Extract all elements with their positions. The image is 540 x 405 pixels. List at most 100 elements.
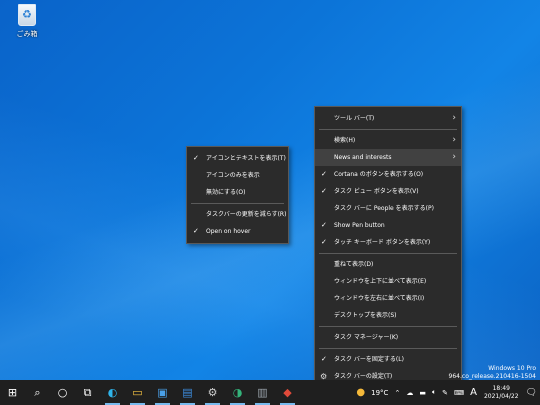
checkmark-icon: ✓ — [321, 355, 327, 363]
file-explorer-icon: ▭ — [132, 386, 143, 399]
taskbar-context-menu: ツール バー(T) › 検索(H) › News and interests › ✓ Cort… — [314, 106, 462, 389]
cortana-icon: ○ — [57, 386, 68, 399]
submenu-item[interactable]: ✓ Open on hover — [187, 223, 288, 240]
taskbar-button[interactable]: ⧉ — [75, 380, 100, 405]
context-menu-item[interactable]: タスク マネージャー(K) — [315, 329, 461, 346]
edge-dev-icon: ◑ — [232, 386, 243, 399]
store-icon: ▣ — [157, 386, 168, 399]
context-menu-item-label: タスク バーを固定する(L) — [334, 356, 404, 363]
volume-icon[interactable]: 🔈︎ — [432, 388, 436, 397]
context-menu-item[interactable]: ✓ タスク ビュー ボタンを表示(V) — [315, 183, 461, 200]
taskbar-button[interactable]: ◑ — [225, 380, 250, 405]
context-menu-item[interactable]: ✓ Cortana のボタンを表示する(O) — [315, 166, 461, 183]
context-menu-item-label: ウィンドウを左右に並べて表示(I) — [334, 295, 425, 302]
onedrive-icon[interactable]: ☁ — [406, 389, 413, 397]
recycle-bin-icon — [18, 4, 36, 26]
checkmark-icon: ✓ — [321, 170, 327, 178]
recycle-bin-label: ごみ箱 — [16, 30, 38, 38]
submenu-item-label: 無効にする(O) — [206, 189, 246, 196]
context-menu-item-label: タスク ビュー ボタンを表示(V) — [334, 188, 419, 195]
context-menu-item[interactable]: デスクトップを表示(S) — [315, 307, 461, 324]
tray-chevron-icon[interactable]: ⌃ — [394, 389, 400, 397]
keyboard-icon[interactable]: ⌨ — [454, 389, 464, 397]
context-menu-item-label: タッチ キーボード ボタンを表示(Y) — [334, 239, 431, 246]
chevron-right-icon: › — [452, 135, 456, 145]
context-menu-item[interactable]: ✓ タッチ キーボード ボタンを表示(Y) — [315, 234, 461, 251]
context-menu-item-label: ツール バー(T) — [334, 115, 375, 122]
app-icon-red: ◆ — [283, 386, 292, 399]
taskbar-button[interactable]: ○ — [50, 380, 75, 405]
taskbar: ⊞ ⌕ ○ ⧉ ◐ ▭ ▣ ▤ ⚙ ◑ ▥ ◆ ● 19°C ⌃ ☁ ▬ 🔈︎ ✎ ⌨ A 18:49… — [0, 380, 540, 405]
context-menu-item[interactable]: ツール バー(T) › — [315, 110, 461, 127]
context-menu-item-label: 重ねて表示(D) — [334, 261, 374, 268]
context-menu-item[interactable]: ✓ Show Pen button — [315, 217, 461, 234]
watermark-edition: Windows 10 Pro — [488, 365, 536, 372]
submenu-item[interactable]: タスクバーの更新を減らす(R) — [187, 206, 288, 223]
submenu-item-label: アイコンとテキストを表示(T) — [206, 155, 286, 162]
network-icon[interactable]: ▬ — [419, 389, 426, 397]
submenu-item-label: タスクバーの更新を減らす(R) — [206, 211, 287, 218]
context-menu-item-label: Show Pen button — [334, 222, 385, 229]
chevron-right-icon: › — [452, 152, 456, 162]
taskbar-button[interactable]: ⚙ — [200, 380, 225, 405]
recycle-bin[interactable]: ごみ箱 — [10, 4, 44, 39]
app-icon-gray: ▥ — [257, 386, 268, 399]
clock[interactable]: 18:49 2021/04/22 — [484, 385, 519, 401]
submenu-item[interactable]: ✓ アイコンとテキストを表示(T) — [187, 150, 288, 167]
submenu-item[interactable]: 無効にする(O) — [187, 184, 288, 201]
checkmark-icon: ✓ — [193, 227, 199, 235]
taskbar-app-icons: ⊞ ⌕ ○ ⧉ ◐ ▭ ▣ ▤ ⚙ ◑ ▥ ◆ — [0, 380, 300, 405]
context-menu-item[interactable]: ウィンドウを上下に並べて表示(E) — [315, 273, 461, 290]
ime-indicator[interactable]: A — [470, 387, 477, 398]
task-view-icon: ⧉ — [83, 385, 92, 399]
context-menu-item-label: ウィンドウを上下に並べて表示(E) — [334, 278, 427, 285]
taskbar-button[interactable]: ▭ — [125, 380, 150, 405]
chevron-right-icon: › — [452, 113, 456, 123]
menu-separator — [319, 253, 457, 254]
taskbar-button[interactable]: ▣ — [150, 380, 175, 405]
taskbar-button[interactable]: ⌕ — [25, 380, 50, 405]
taskbar-button[interactable]: ⊞ — [0, 380, 25, 405]
context-menu-item[interactable]: News and interests › — [315, 149, 461, 166]
weather-icon[interactable]: ● — [356, 387, 365, 398]
context-menu-item[interactable]: ✓ タスク バーを固定する(L) — [315, 351, 461, 368]
clock-date: 2021/04/22 — [483, 392, 519, 400]
context-menu-item-label: News and interests — [334, 154, 392, 161]
app-icon-blue: ▤ — [182, 386, 193, 399]
menu-separator — [319, 326, 457, 327]
context-menu-item[interactable]: タスク バーに People を表示する(P) — [315, 200, 461, 217]
start-icon: ⊞ — [7, 386, 18, 399]
taskbar-button[interactable]: ◆ — [275, 380, 300, 405]
context-menu-item-label: Cortana のボタンを表示する(O) — [334, 171, 424, 178]
taskbar-button[interactable]: ▤ — [175, 380, 200, 405]
context-menu-item-label: 検索(H) — [334, 137, 356, 144]
pen-icon[interactable]: ✎ — [442, 389, 448, 397]
context-menu-item-label: タスク マネージャー(K) — [334, 334, 399, 341]
menu-separator — [319, 348, 457, 349]
menu-separator — [319, 129, 457, 130]
checkmark-icon: ✓ — [321, 221, 327, 229]
context-menu-item[interactable]: 検索(H) › — [315, 132, 461, 149]
submenu-item[interactable]: アイコンのみを表示 — [187, 167, 288, 184]
context-menu-item-label: デスクトップを表示(S) — [334, 312, 397, 319]
menu-separator — [191, 203, 284, 204]
submenu-item-label: アイコンのみを表示 — [206, 172, 260, 179]
checkmark-icon: ✓ — [321, 187, 327, 195]
checkmark-icon: ✓ — [193, 154, 199, 162]
news-and-interests-submenu: ✓ アイコンとテキストを表示(T) アイコンのみを表示 無効にする(O) タスクバーの更… — [186, 146, 289, 244]
weather-temp[interactable]: 19°C — [371, 389, 388, 397]
submenu-item-label: Open on hover — [206, 228, 251, 235]
notification-icon[interactable]: 🗨︎ — [526, 388, 537, 398]
context-menu-item-label: タスク バーに People を表示する(P) — [334, 205, 434, 212]
context-menu-item[interactable]: 重ねて表示(D) — [315, 256, 461, 273]
settings-icon: ⚙ — [207, 386, 218, 399]
context-menu-item-label: タスク バーの設定(T) — [334, 373, 393, 380]
context-menu-item[interactable]: ウィンドウを左右に並べて表示(I) — [315, 290, 461, 307]
edge-icon: ◐ — [107, 386, 118, 399]
windows-watermark: Windows 10 Pro 964.co_release.210416-150… — [449, 365, 536, 381]
checkmark-icon: ✓ — [321, 238, 327, 246]
search-icon: ⌕ — [34, 385, 41, 399]
system-tray: ● 19°C ⌃ ☁ ▬ 🔈︎ ✎ ⌨ A 18:49 2021/04/22 🗨… — [353, 380, 540, 405]
taskbar-button[interactable]: ▥ — [250, 380, 275, 405]
taskbar-button[interactable]: ◐ — [100, 380, 125, 405]
